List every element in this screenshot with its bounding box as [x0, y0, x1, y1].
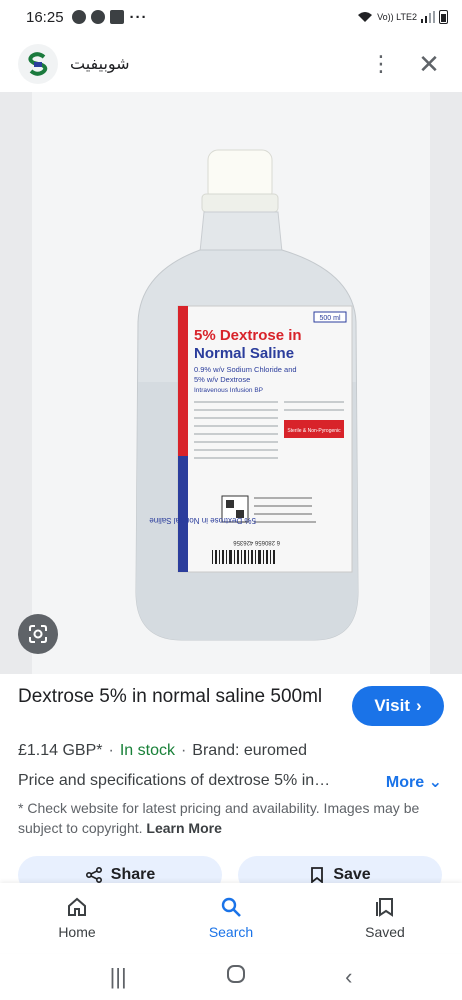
share-label: Share [110, 866, 156, 883]
recent-apps-icon[interactable]: ||| [110, 964, 127, 990]
visit-button[interactable]: Visit › [352, 686, 444, 726]
battery-icon [439, 10, 448, 24]
app-notification-icon [90, 10, 105, 24]
back-icon[interactable]: ‹ [345, 964, 352, 990]
nav-saved-label: Saved [365, 924, 405, 940]
lens-search-button[interactable] [18, 614, 58, 654]
result-panel: Dextrose 5% in normal saline 500ml Visit… [18, 684, 446, 836]
status-bar: 16:25 ··· Vo)) LTE2 [0, 0, 462, 34]
more-button[interactable]: More ⌄ [386, 772, 442, 792]
price: £1.14 GBP* [18, 742, 103, 759]
label-title-2: Normal Saline [194, 345, 294, 362]
nav-search-label: Search [208, 924, 254, 940]
share-icon [85, 866, 102, 884]
disclaimer: * Check website for latest pricing and a… [18, 798, 446, 838]
separator-dot: · [180, 742, 187, 759]
site-logo[interactable] [18, 44, 58, 84]
system-navigation-bar: ||| ‹ [0, 954, 462, 1000]
label-sub-2: 5% w/v Dextrose [194, 375, 250, 384]
iv-bag-illustration: 500 ml 5% Dextrose in Normal Saline 0.9%… [135, 149, 359, 641]
nav-saved[interactable]: Saved [308, 883, 462, 953]
bottom-navigation: Home Search Saved [0, 883, 462, 953]
network-label: Vo)) LTE2 [377, 12, 417, 22]
site-header: شوبيفيت ⋮ ✕ [0, 40, 462, 88]
nav-search[interactable]: Search [154, 883, 308, 953]
visit-label: Visit [374, 696, 410, 715]
label-title-1: 5% Dextrose in [194, 327, 302, 344]
sterile-badge: Sterile & Non-Pyrogenic [287, 428, 341, 434]
label-sub-3: Intravenous Infusion BP [194, 387, 263, 394]
site-name[interactable]: شوبيفيت [70, 54, 130, 74]
nav-home-label: Home [58, 924, 96, 940]
chevron-down-icon: ⌄ [428, 774, 442, 791]
more-options-icon[interactable]: ⋮ [366, 51, 396, 77]
message-icon [71, 10, 86, 24]
product-image[interactable]: 500 ml 5% Dextrose in Normal Saline 0.9%… [32, 92, 430, 674]
product-image-area: 500 ml 5% Dextrose in Normal Saline 0.9%… [0, 92, 462, 674]
home-icon [68, 897, 86, 916]
status-right: Vo)) LTE2 [357, 10, 448, 24]
volume-text: 500 ml [319, 315, 340, 322]
close-icon[interactable]: ✕ [414, 49, 444, 80]
result-title[interactable]: Dextrose 5% in normal saline 500ml [18, 684, 338, 709]
collections-icon [376, 898, 393, 917]
signal-icon [421, 11, 435, 23]
more-label: More [385, 774, 425, 791]
gallery-icon [109, 10, 124, 24]
barcode-number: 6 280656 426356 [233, 539, 280, 545]
bookmark-icon [311, 867, 324, 884]
status-time: 16:25 [26, 8, 64, 26]
search-icon [221, 897, 241, 917]
more-notifications-icon: ··· [129, 8, 148, 26]
chevron-right-icon: › [415, 696, 422, 715]
home-circle-icon[interactable] [226, 964, 246, 990]
nav-home[interactable]: Home [0, 883, 154, 953]
notification-icons [71, 10, 124, 24]
price-line: £1.14 GBP* · In stock · Brand: euromed [18, 742, 307, 760]
stock-status: In stock [119, 742, 175, 759]
result-description: Price and specifications of dextrose 5% … [18, 772, 331, 789]
save-label: Save [333, 866, 371, 883]
label-sub-1: 0.9% w/v Sodium Chloride and [194, 365, 297, 374]
learn-more-link[interactable]: Learn More [146, 820, 221, 836]
lens-icon [29, 625, 47, 643]
wifi-icon [358, 12, 373, 22]
site-logo-icon [28, 52, 48, 76]
separator-dot: · [108, 742, 114, 759]
brand: Brand: euromed [192, 742, 308, 759]
rotated-label: 5% Dextrose in Normal Saline [149, 516, 256, 525]
